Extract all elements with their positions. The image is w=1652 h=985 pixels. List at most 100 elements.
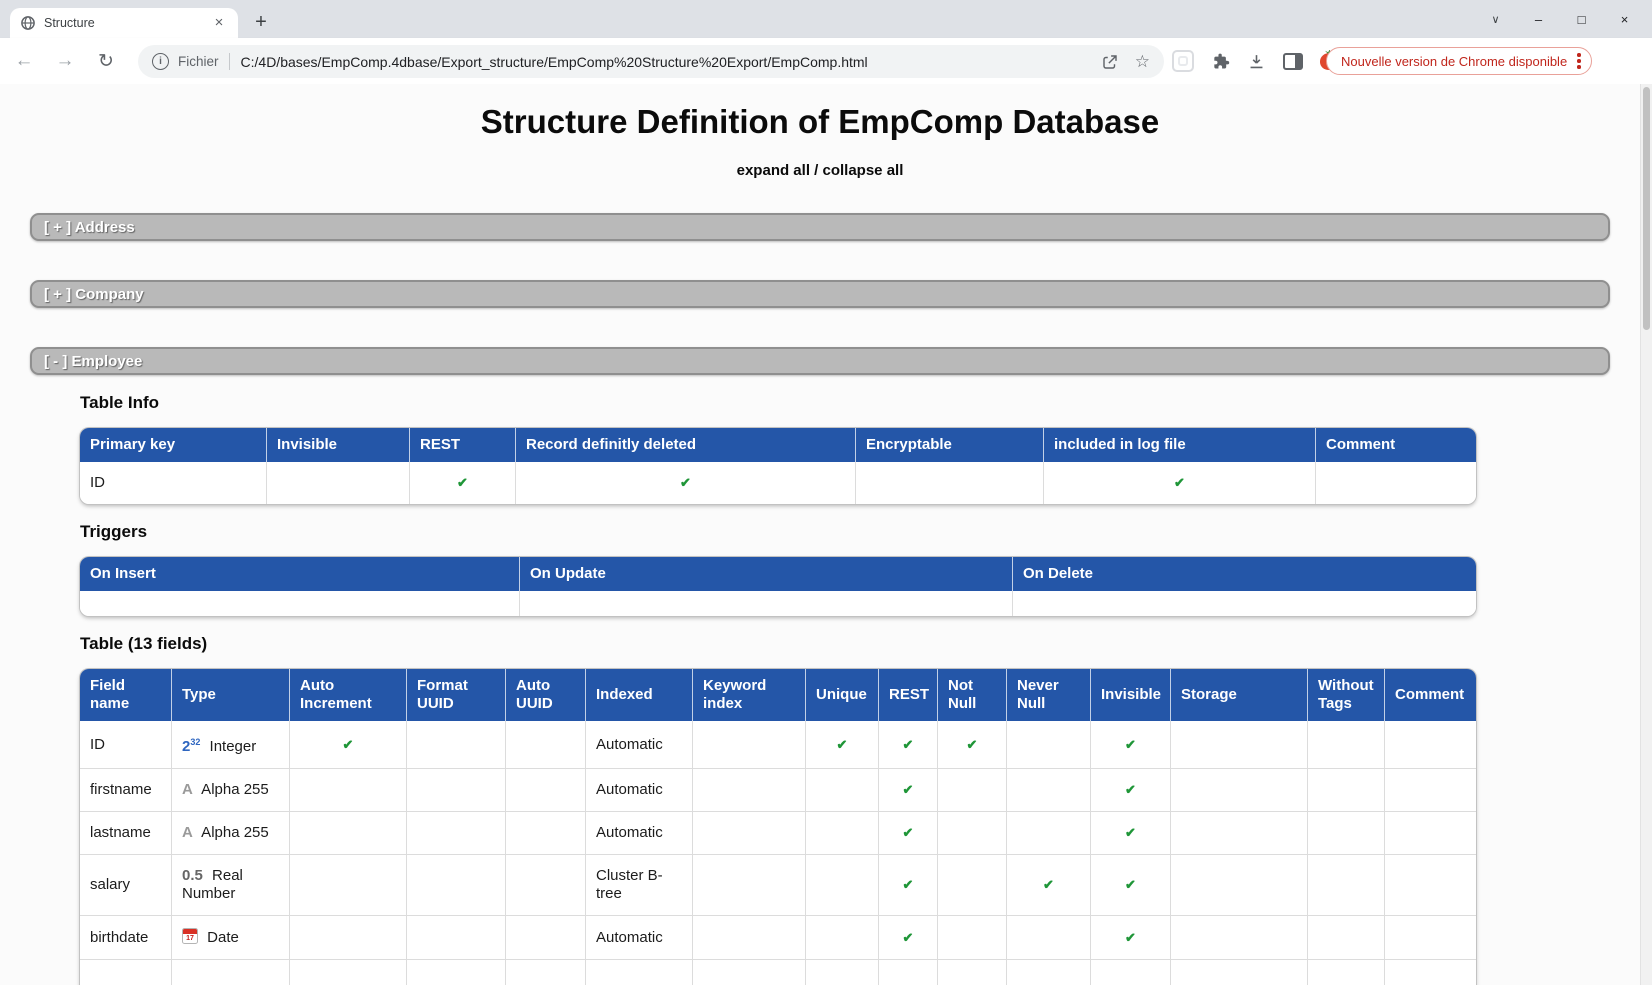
column-header: Unique	[806, 669, 879, 721]
alpha-type-icon: A	[182, 824, 193, 841]
chrome-update-button[interactable]: Nouvelle version de Chrome disponible	[1326, 47, 1592, 75]
column-header: On Insert	[80, 557, 520, 591]
table-cell	[938, 960, 1007, 985]
table-cell	[1308, 812, 1385, 855]
column-header: Indexed	[586, 669, 693, 721]
int32-type-icon: 232	[182, 738, 200, 755]
side-panel-icon[interactable]	[1283, 53, 1303, 70]
column-header: Auto UUID	[506, 669, 586, 721]
partial-table-row	[80, 960, 1476, 985]
tab-close-icon[interactable]: ×	[210, 14, 228, 32]
column-header: Record definitly deleted	[516, 428, 856, 462]
table-cell	[1013, 591, 1476, 616]
page-scrollbar[interactable]	[1640, 84, 1652, 985]
table-row: birthdate17 DateAutomatic✔✔	[80, 916, 1476, 960]
indexed-cell: Automatic	[586, 916, 693, 960]
table-cell	[1308, 916, 1385, 960]
table-cell	[407, 812, 506, 855]
column-header: Storage	[1171, 669, 1308, 721]
table-cell	[879, 960, 938, 985]
chrome-profile-chevron-icon[interactable]: ∨	[1474, 13, 1517, 26]
column-header: Comment	[1385, 669, 1476, 721]
field-type-cell: 17 Date	[172, 916, 290, 960]
bookmark-star-icon[interactable]: ☆	[1135, 52, 1150, 72]
column-header: Primary key	[80, 428, 267, 462]
expand-all-link[interactable]: expand all	[737, 162, 810, 179]
downloads-icon[interactable]	[1247, 52, 1266, 71]
field-type-cell: 232 Integer	[172, 721, 290, 769]
check-icon: ✔	[1091, 721, 1171, 769]
table-cell	[290, 855, 407, 916]
table-cell	[506, 721, 586, 769]
employee-section-content: Table Info Primary keyInvisibleRESTRecor…	[80, 394, 1476, 985]
table-cell	[1007, 812, 1091, 855]
table-cell	[806, 812, 879, 855]
page-content: Structure Definition of EmpComp Database…	[0, 84, 1640, 985]
column-header: Field name	[80, 669, 172, 721]
table-cell	[1171, 855, 1308, 916]
field-name-cell: lastname	[80, 812, 172, 855]
page-info-icon[interactable]: i	[152, 53, 169, 70]
field-name-cell: ID	[80, 721, 172, 769]
extension-icons	[1172, 38, 1339, 84]
table-cell	[806, 855, 879, 916]
table-cell	[693, 960, 806, 985]
table-sections: [ + ] Address [ + ] Company [ - ] Employee	[30, 213, 1610, 375]
column-header: Encryptable	[856, 428, 1044, 462]
minimize-icon[interactable]: –	[1517, 12, 1560, 27]
forward-icon[interactable]: →	[53, 50, 77, 72]
page-title: Structure Definition of EmpComp Database	[0, 102, 1640, 142]
table-cell	[267, 462, 410, 504]
section-bar-employee[interactable]: [ - ] Employee	[30, 347, 1610, 375]
column-header: Without Tags	[1308, 669, 1385, 721]
check-icon: ✔	[1007, 855, 1091, 916]
field-type-cell: A Alpha 255	[172, 812, 290, 855]
fields-heading: Table (13 fields)	[80, 635, 1476, 653]
scrollbar-thumb[interactable]	[1643, 87, 1650, 330]
check-icon: ✔	[879, 812, 938, 855]
table-cell	[1385, 855, 1476, 916]
real-type-icon: 0.5	[182, 867, 203, 884]
field-name-cell: firstname	[80, 769, 172, 812]
table-cell	[407, 916, 506, 960]
check-icon: ✔	[1091, 812, 1171, 855]
url-text[interactable]: C:/4D/bases/EmpComp.4dbase/Export_struct…	[241, 54, 1085, 70]
indexed-cell: Automatic	[586, 769, 693, 812]
check-icon: ✔	[1091, 855, 1171, 916]
table-cell	[693, 855, 806, 916]
table-cell	[80, 591, 520, 616]
table-cell	[938, 769, 1007, 812]
section-bar-address[interactable]: [ + ] Address	[30, 213, 1610, 241]
field-name-cell: salary	[80, 855, 172, 916]
back-icon[interactable]: ←	[12, 50, 36, 72]
browser-tab[interactable]: Structure ×	[10, 8, 238, 38]
maximize-icon[interactable]: □	[1560, 12, 1603, 27]
table-row: ID232 Integer✔Automatic✔✔✔✔	[80, 721, 1476, 769]
collapse-all-link[interactable]: collapse all	[823, 162, 904, 179]
check-icon: ✔	[1091, 769, 1171, 812]
column-header: Comment	[1316, 428, 1476, 462]
reload-icon[interactable]: ↻	[94, 50, 118, 73]
close-icon[interactable]: ×	[1603, 12, 1646, 27]
table-cell	[856, 462, 1044, 504]
check-icon: ✔	[879, 916, 938, 960]
column-header: Keyword index	[693, 669, 806, 721]
fields-table: Field nameTypeAuto IncrementFormat UUIDA…	[80, 669, 1476, 985]
table-cell	[1385, 769, 1476, 812]
share-icon[interactable]	[1101, 53, 1119, 71]
column-header: Invisible	[267, 428, 410, 462]
table-cell	[1091, 960, 1171, 985]
extensions-puzzle-icon[interactable]	[1211, 52, 1230, 71]
table-cell	[80, 960, 172, 985]
address-bar[interactable]: i Fichier C:/4D/bases/EmpComp.4dbase/Exp…	[138, 45, 1164, 78]
disabled-extension-icon[interactable]	[1172, 50, 1194, 72]
table-cell	[172, 960, 290, 985]
new-tab-button[interactable]: +	[248, 10, 274, 36]
table-cell	[1308, 769, 1385, 812]
indexed-cell: Automatic	[586, 721, 693, 769]
section-bar-company[interactable]: [ + ] Company	[30, 280, 1610, 308]
field-type-cell: A Alpha 255	[172, 769, 290, 812]
table-cell	[938, 855, 1007, 916]
table-row: lastnameA Alpha 255Automatic✔✔	[80, 812, 1476, 855]
kebab-menu-icon[interactable]	[1577, 53, 1581, 69]
